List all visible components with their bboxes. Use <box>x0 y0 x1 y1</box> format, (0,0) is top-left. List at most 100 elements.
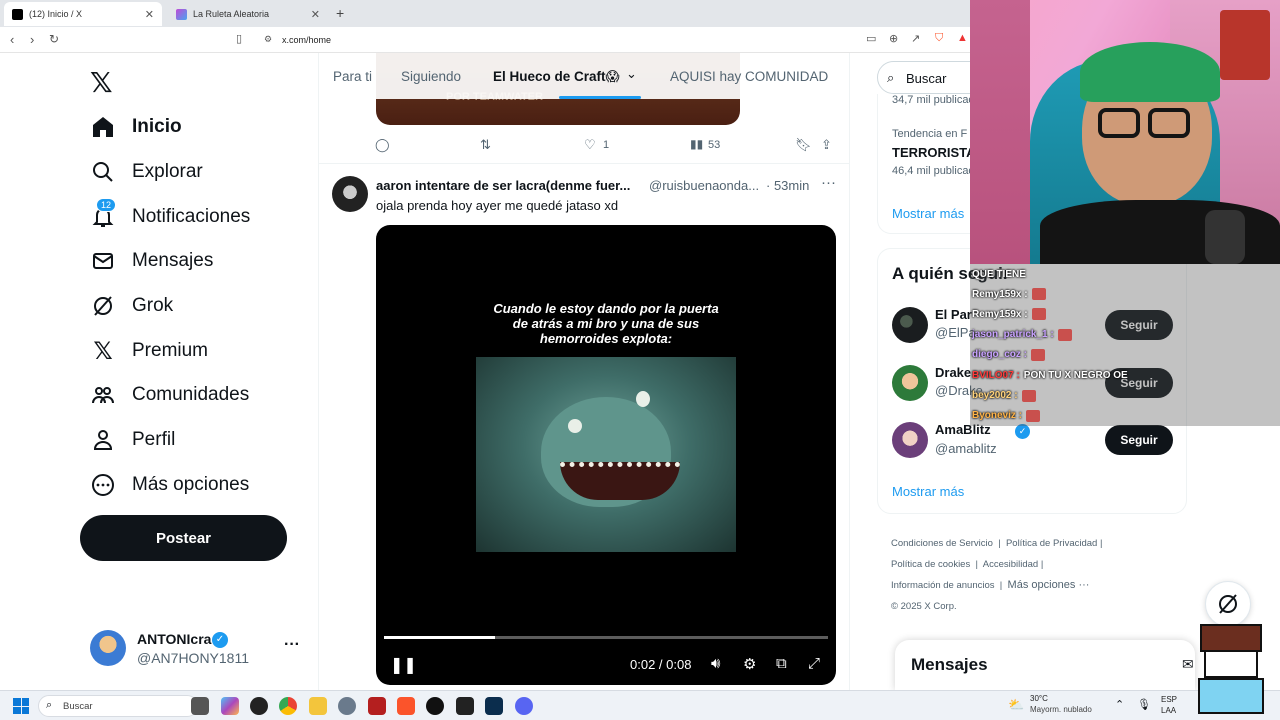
video-frame <box>476 357 736 552</box>
shark-eye <box>636 391 650 407</box>
follow-button[interactable]: Seguir <box>1105 425 1173 455</box>
weather-temp[interactable]: 30°C <box>1030 694 1048 703</box>
like-count: 1 <box>603 139 610 151</box>
forward-icon[interactable]: › <box>30 32 34 47</box>
nav-label: Perfil <box>132 429 176 450</box>
tab-aquisi-hay-comunidad[interactable]: AQUISI hay COMUNIDAD <box>670 69 828 84</box>
like-icon[interactable]: ♡ <box>584 137 596 153</box>
reply-icon[interactable]: ◯ <box>375 137 390 153</box>
grok-floating-button[interactable] <box>1205 581 1251 627</box>
nav-item-grok[interactable]: Grok <box>90 286 173 326</box>
messages-drawer[interactable]: Mensajes ✉ <box>895 640 1195 690</box>
file-explorer-icon[interactable] <box>309 697 327 715</box>
taskbar-search[interactable]: ⌕ Buscar <box>38 695 198 717</box>
share-icon[interactable]: ↗ <box>911 32 920 45</box>
cast-icon[interactable]: ▭ <box>866 32 876 45</box>
browser-tab[interactable]: La Ruleta Aleatoria ✕ <box>168 2 328 26</box>
x-logo-icon[interactable]: 𝕏 <box>90 66 113 99</box>
close-tab-icon[interactable]: ✕ <box>311 8 320 21</box>
brave-icon[interactable] <box>397 697 415 715</box>
nav-item-profile[interactable]: Perfil <box>90 420 175 460</box>
stream-chat-overlay: QUE TIENE Remy159x : Remy159x : jason_patr… <box>970 264 1280 426</box>
footer-link[interactable]: Política de Privacidad <box>1006 538 1097 549</box>
follow-name[interactable]: Drake <box>935 365 971 380</box>
bookmark-icon[interactable]: 🔖︎ <box>795 137 812 153</box>
pause-icon[interactable]: ❚❚ <box>390 655 417 675</box>
chat-message: BVILO07 : PON TU X NEGRO OE <box>972 366 1128 384</box>
footer-link[interactable]: Accesibilidad <box>983 559 1038 570</box>
weather-text[interactable]: Mayorm. nublado <box>1030 705 1092 714</box>
nav-item-messages[interactable]: Mensajes <box>90 241 213 281</box>
footer-link[interactable]: Política de cookies <box>891 559 970 570</box>
microphone-icon[interactable]: 🎙︎ <box>1137 698 1151 711</box>
back-icon[interactable]: ‹ <box>10 32 14 47</box>
video-progress-track[interactable] <box>384 636 828 639</box>
nav-label: Más opciones <box>132 474 250 495</box>
footer-link[interactable]: Condiciones de Servicio <box>891 538 993 549</box>
trend-title[interactable]: TERRORISTA <box>892 145 976 160</box>
show-more-link[interactable]: Mostrar más <box>892 484 964 499</box>
photoshop-icon[interactable] <box>485 697 503 715</box>
tab-para-ti[interactable]: Para ti <box>333 69 372 84</box>
app-icon[interactable] <box>250 697 268 715</box>
tiktok-icon[interactable] <box>426 697 444 715</box>
zoom-icon[interactable]: ⊕ <box>889 32 898 45</box>
reload-icon[interactable]: ↻ <box>49 32 59 46</box>
brave-shield-icon[interactable]: ⛉ <box>935 32 943 45</box>
nav-item-notifications[interactable]: 12 Notificaciones <box>90 197 250 237</box>
site-settings-icon[interactable]: ⚙ <box>264 34 272 45</box>
follow-name[interactable]: El Par <box>935 307 972 322</box>
avatar[interactable] <box>892 422 928 458</box>
tab-el-hueco-de-craft[interactable]: El Hueco de Craft😱 <box>493 69 620 85</box>
copilot-icon[interactable] <box>221 697 239 715</box>
share-icon[interactable]: ⇪ <box>821 137 832 153</box>
volume-icon[interactable]: 🔊︎ <box>711 655 720 672</box>
show-more-link[interactable]: Mostrar más <box>892 206 964 221</box>
browser-tab-active[interactable]: (12) Inicio / X ✕ <box>4 2 162 26</box>
post-button[interactable]: Postear <box>80 515 287 561</box>
nav-item-premium[interactable]: 𝕏 Premium <box>90 331 208 371</box>
settings-icon[interactable] <box>338 697 356 715</box>
nav-item-explore[interactable]: Explorar <box>90 152 203 192</box>
post[interactable]: aaron intentare de ser lacra(denme fuer.… <box>319 164 849 690</box>
fullscreen-icon[interactable]: ⤢ <box>808 655 820 672</box>
app-icon[interactable] <box>368 697 386 715</box>
footer-link[interactable]: Información de anuncios <box>891 580 995 591</box>
avatar <box>90 630 126 666</box>
windows-start-icon[interactable] <box>13 698 29 714</box>
close-tab-icon[interactable]: ✕ <box>145 8 154 21</box>
account-switcher[interactable]: ANTONIcra ✓ @AN7HONY1811 ··· <box>80 622 305 678</box>
task-view-icon[interactable] <box>191 697 209 715</box>
footer-link[interactable]: Más opciones ··· <box>1008 579 1090 591</box>
settings-icon[interactable]: ⚙ <box>743 655 756 673</box>
nav-item-communities[interactable]: Comunidades <box>90 375 249 415</box>
nav-item-more[interactable]: Más opciones <box>90 465 249 505</box>
author-handle[interactable]: @ruisbuenaonda... <box>649 178 759 193</box>
views-icon[interactable]: ▮▮ <box>690 137 703 151</box>
chevron-down-icon[interactable]: ⌄ <box>626 66 637 82</box>
post-more-icon[interactable]: ··· <box>821 174 836 191</box>
chat-emote-icon <box>1021 389 1036 402</box>
author-avatar[interactable] <box>332 176 368 212</box>
avatar[interactable] <box>892 365 928 401</box>
author-name[interactable]: aaron intentare de ser lacra(denme fuer.… <box>376 178 630 193</box>
url-field[interactable]: ⚙ x.com/home <box>258 30 958 50</box>
more-dots-icon[interactable]: ··· <box>284 636 300 654</box>
picture-in-picture-icon[interactable]: ⧉ <box>776 655 787 672</box>
account-handle: @AN7HONY1811 <box>137 650 249 666</box>
capcut-icon[interactable] <box>456 697 474 715</box>
chrome-icon[interactable] <box>279 697 297 715</box>
notification-count-badge: 12 <box>96 198 117 212</box>
nav-item-home[interactable]: Inicio <box>90 107 182 147</box>
post-time[interactable]: · 53min <box>766 178 809 193</box>
language-indicator[interactable]: ESP <box>1161 695 1177 704</box>
discord-icon[interactable] <box>515 697 533 715</box>
avatar[interactable] <box>892 307 928 343</box>
repost-icon[interactable]: ⇅ <box>480 137 491 153</box>
new-tab-icon[interactable]: + <box>336 5 344 21</box>
bookmark-page-icon[interactable]: ▯ <box>236 32 242 45</box>
video-player[interactable]: Cuando le estoy dando por la puerta de a… <box>376 225 836 685</box>
tab-siguiendo[interactable]: Siguiendo <box>401 69 461 84</box>
rewards-icon[interactable]: ▲ <box>957 32 968 44</box>
tray-chevron-icon[interactable]: ⌃ <box>1115 698 1124 711</box>
